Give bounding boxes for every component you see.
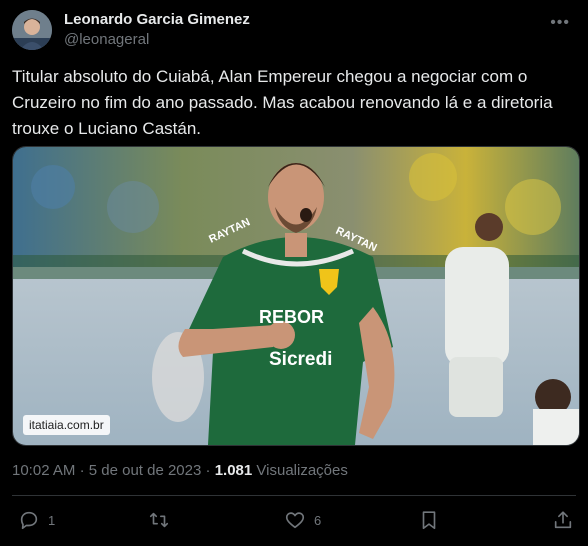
like-count: 6 xyxy=(314,512,322,528)
tweet-header: Leonardo Garcia Gimenez @leonageral ••• xyxy=(12,8,572,52)
reply-count: 1 xyxy=(48,512,56,528)
reply-button[interactable]: 1 xyxy=(18,506,55,534)
share-button[interactable] xyxy=(552,506,574,534)
tweet-text: Titular absoluto do Cuiabá, Alan Empereu… xyxy=(12,67,553,138)
bookmark-icon xyxy=(422,511,436,530)
tweet-meta: 10:02 AM · 5 de out de 2023 · 1.081 Visu… xyxy=(12,462,348,479)
avatar[interactable] xyxy=(12,10,52,50)
player-photo: RAYTAN RAYTAN REBOR Sicredi xyxy=(13,147,579,445)
tweet-date[interactable]: 5 de out de 2023 xyxy=(89,462,202,479)
author-handle[interactable]: @leonageral xyxy=(64,31,149,48)
share-icon xyxy=(554,511,572,529)
views-label: Visualizações xyxy=(256,462,348,479)
tweet-media-image[interactable]: RAYTAN RAYTAN REBOR Sicredi itatiaia.com… xyxy=(12,146,580,446)
views-count: 1.081 xyxy=(214,462,253,479)
image-watermark: itatiaia.com.br xyxy=(23,415,110,435)
jersey-sponsor-text: Sicredi xyxy=(269,349,332,370)
reply-icon xyxy=(20,511,38,530)
author-name[interactable]: Leonardo Garcia Gimenez xyxy=(64,11,250,28)
retweet-icon xyxy=(149,512,169,528)
more-icon[interactable]: ••• xyxy=(550,14,570,32)
retweet-button[interactable] xyxy=(148,506,170,534)
jersey-sponsor-text: REBOR xyxy=(259,307,324,327)
like-button[interactable]: 6 xyxy=(284,506,321,534)
bookmark-button[interactable] xyxy=(418,506,440,534)
divider xyxy=(12,495,576,496)
like-icon xyxy=(285,512,305,529)
meta-separator: · xyxy=(79,462,85,479)
action-bar: 1 6 xyxy=(12,506,576,534)
meta-separator: · xyxy=(205,462,211,479)
tweet-time[interactable]: 10:02 AM xyxy=(12,462,75,479)
